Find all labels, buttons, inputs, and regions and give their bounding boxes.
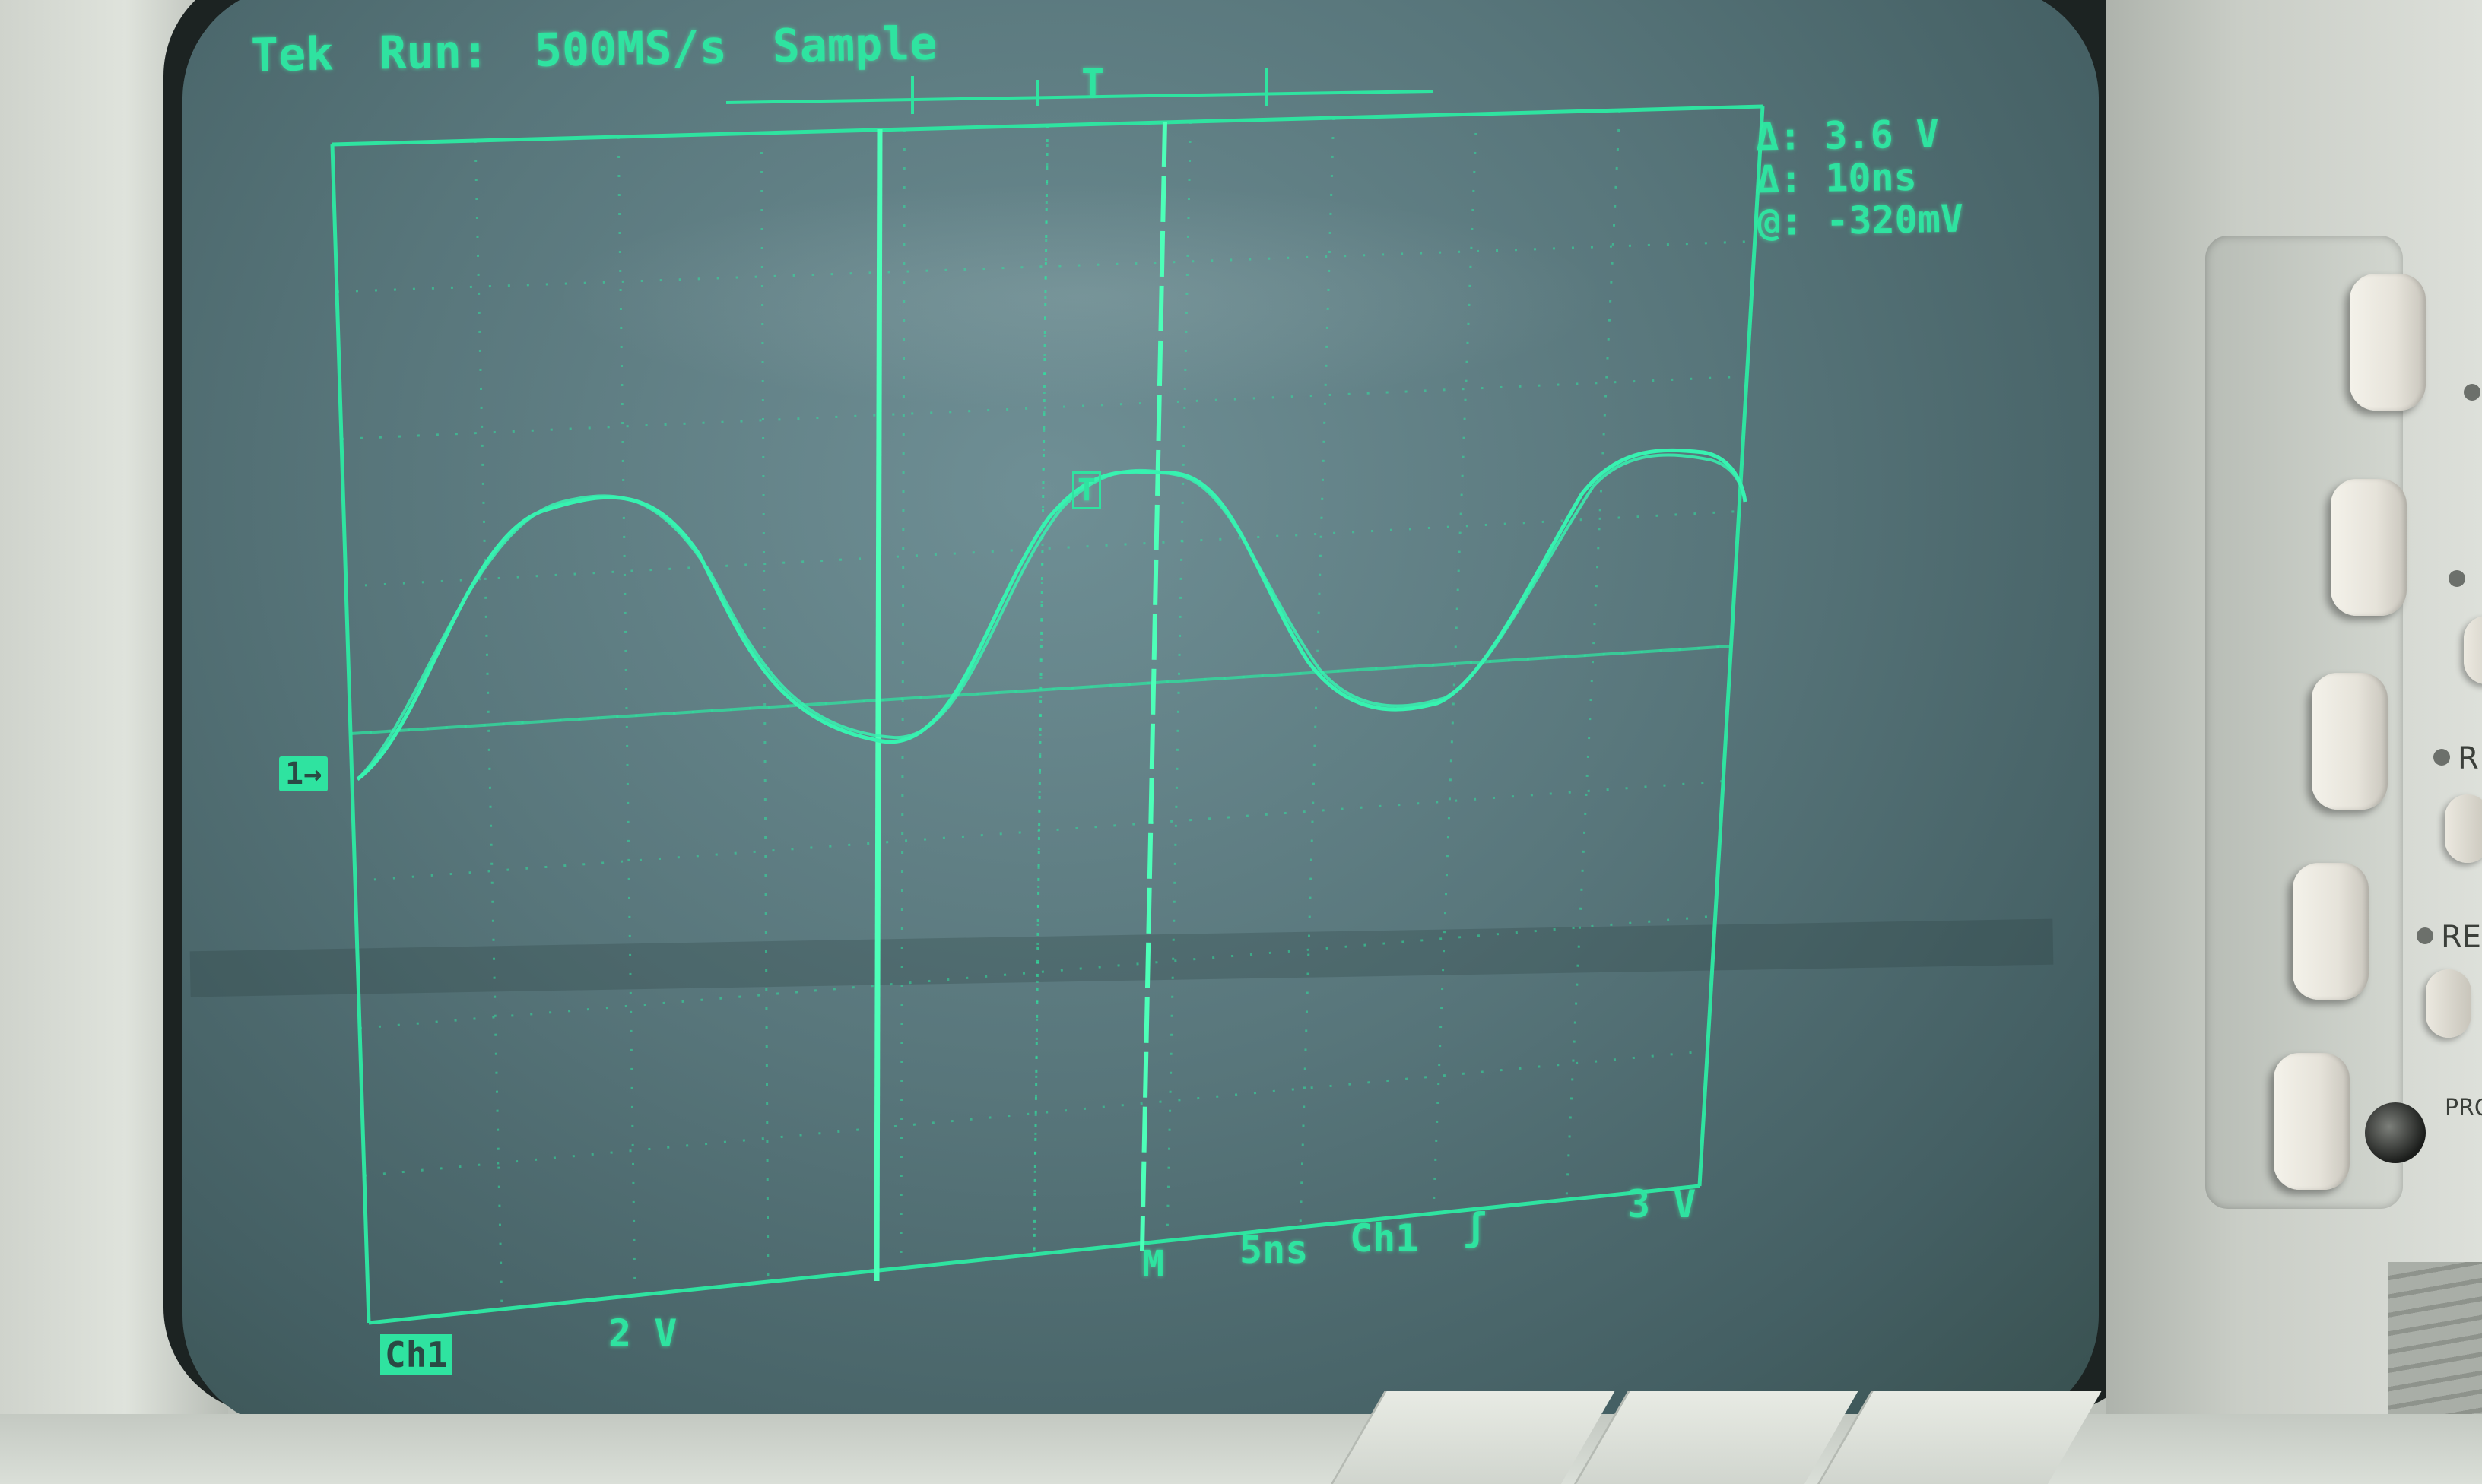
panel-label-pro: PRO [2445,1095,2482,1121]
run-state-label: Run: [378,24,490,81]
graticule-grid [330,104,1765,1325]
indicator-led [2433,749,2450,766]
main-timebase-marker: M [1142,1243,1164,1286]
trigger-level-marker: T [1072,471,1102,509]
sample-rate-label: 500MS/s [534,21,728,78]
brand-label: Tek [250,27,335,83]
horizontal-position-ruler [725,68,1434,114]
indicator-led [2417,928,2433,944]
cursor-readouts: Δ: 3.6 V Δ: 10ns @: -320mV [1755,112,1964,245]
panel-label-r: R [2458,741,2479,776]
delta-voltage-readout: Δ: 3.6 V [1755,112,1940,160]
trigger-slope-icon: ʃ [1464,1205,1487,1249]
indicator-led [2449,570,2465,587]
side-knob-3[interactable] [2426,969,2471,1038]
channel-label: Ch1 [380,1334,453,1375]
side-knob-2[interactable] [2445,794,2482,863]
delta-time-readout: Δ: 10ns [1756,154,1918,202]
time-per-div: 5ns [1239,1228,1309,1272]
trigger-source: Ch1 [1350,1216,1419,1260]
panel-label-re: RE [2441,920,2482,955]
bezel-button-2[interactable] [2331,479,2407,616]
cursor-line-solid [874,128,883,1282]
bezel-button-1[interactable] [2350,274,2426,411]
trigger-position-marker: T [1081,61,1105,105]
probe-compensation-jack[interactable] [2365,1102,2426,1163]
ch1-ground-marker: 1→ [279,756,328,791]
bezel-button-4[interactable] [2293,863,2369,1000]
at-voltage-readout: @: -320mV [1757,196,1964,245]
oscilloscope-photo: Tek Run: 500MS/s Sample Δ: 3.6 V Δ: 10ns @:… [0,0,2482,1484]
bezel-button-3[interactable] [2312,673,2388,810]
trigger-level: 3 V [1627,1182,1696,1226]
cursor-line-dashed [1140,121,1167,1251]
volts-per-div: 2 V [608,1311,678,1356]
bottom-bezel [0,1414,2482,1484]
bezel-button-5[interactable] [2274,1053,2350,1190]
acquire-mode-label: Sample [772,17,938,74]
indicator-led [2464,384,2480,401]
